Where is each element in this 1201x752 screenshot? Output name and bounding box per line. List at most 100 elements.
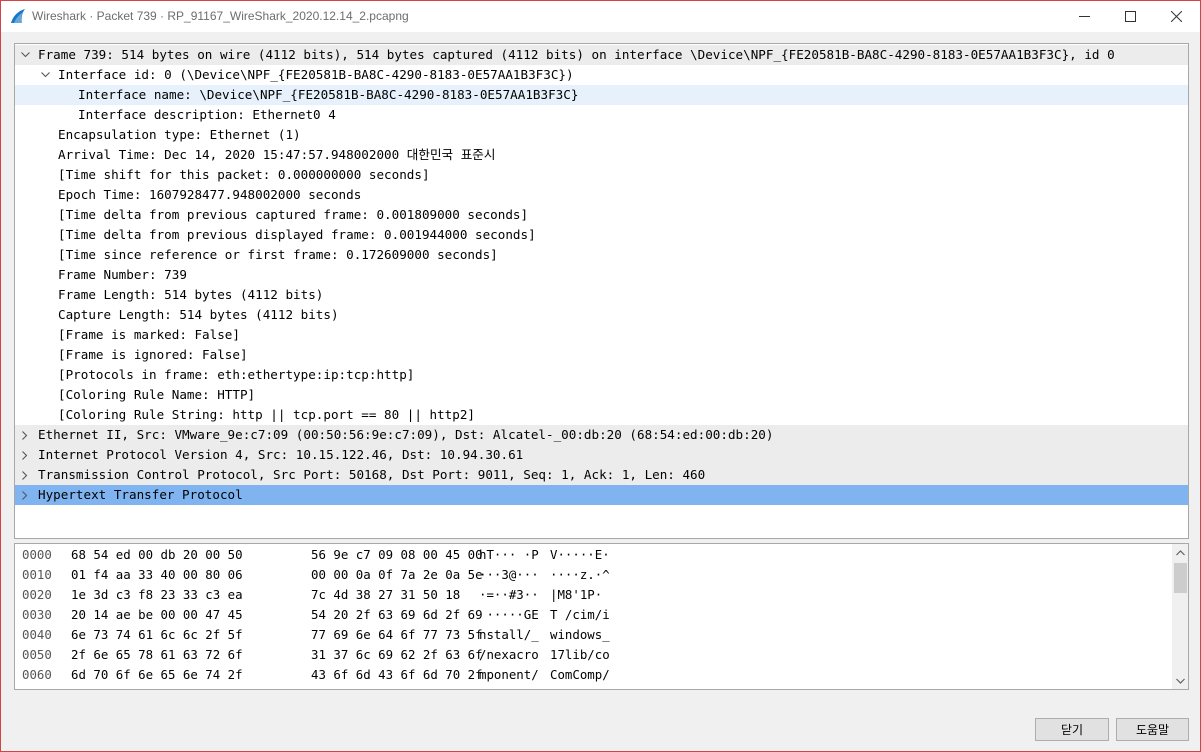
tree-row[interactable]: Hypertext Transfer Protocol xyxy=(15,485,1188,505)
scroll-up-button[interactable] xyxy=(1172,544,1188,561)
hex-bytes-left: 01 f4 aa 33 40 00 80 06 xyxy=(71,567,243,582)
tree-row-label: Encapsulation type: Ethernet (1) xyxy=(58,127,301,142)
tree-row-label: [Protocols in frame: eth:ethertype:ip:tc… xyxy=(58,367,415,382)
hex-row[interactable]: 0030 20 14 ae be 00 00 47 45 54 20 2f 63 6… xyxy=(15,605,1170,625)
close-window-button[interactable] xyxy=(1153,1,1199,32)
chevron-right-icon[interactable] xyxy=(18,465,32,485)
scroll-thumb[interactable] xyxy=(1174,563,1187,593)
hex-row[interactable]: 0040 6e 73 74 61 6c 6c 2f 5f 77 69 6e 64 6… xyxy=(15,625,1170,645)
title-bar[interactable]: Wireshark · Packet 739 · RP_91167_WireSh… xyxy=(1,1,1200,32)
hex-bytes-left: 6d 70 6f 6e 65 6e 74 2f xyxy=(71,667,243,682)
ascii-right: ····z.·^ xyxy=(550,567,610,582)
hex-bytes-left: 41 63 74 69 6f 6e 2e 6a xyxy=(71,685,243,689)
scroll-down-button[interactable] xyxy=(1172,672,1188,689)
hex-bytes-right: 56 9e c7 09 08 00 45 00 xyxy=(311,547,483,562)
tree-row[interactable]: Arrival Time: Dec 14, 2020 15:47:57.9480… xyxy=(15,145,1188,165)
tree-row-label: [Time delta from previous captured frame… xyxy=(58,207,529,222)
tree-row[interactable]: [Frame is marked: False] xyxy=(15,325,1188,345)
hex-row[interactable]: 0000 68 54 ed 00 db 20 00 50 56 9e c7 09 0… xyxy=(15,545,1170,565)
hex-bytes-right: 43 6f 6d 43 6f 6d 70 2f xyxy=(311,667,483,682)
hex-offset: 0070 xyxy=(22,685,52,689)
tree-row[interactable]: [Time since reference or first frame: 0.… xyxy=(15,245,1188,265)
tree-row-label: [Time since reference or first frame: 0.… xyxy=(58,247,498,262)
chevron-down-icon[interactable] xyxy=(38,65,52,85)
tree-row-label: [Coloring Rule Name: HTTP] xyxy=(58,387,256,402)
tree-row[interactable]: Frame Length: 514 bytes (4112 bits) xyxy=(15,285,1188,305)
close-button[interactable]: 닫기 xyxy=(1035,718,1109,741)
tree-row[interactable]: Epoch Time: 1607928477.948002000 seconds xyxy=(15,185,1188,205)
tree-row[interactable]: Internet Protocol Version 4, Src: 10.15.… xyxy=(15,445,1188,465)
hex-row[interactable]: 0070 41 63 74 69 6f 6e 2e 6a 73 20 48 54 5… xyxy=(15,685,1170,689)
hex-row[interactable]: 0050 2f 6e 65 78 61 63 72 6f 31 37 6c 69 6… xyxy=(15,645,1170,665)
help-button[interactable]: 도움말 xyxy=(1116,718,1189,741)
hex-bytes-left: 20 14 ae be 00 00 47 45 xyxy=(71,607,243,622)
tree-row-label: Interface name: \Device\NPF_{FE20581B-BA… xyxy=(78,87,579,102)
tree-row[interactable]: [Coloring Rule String: http || tcp.port … xyxy=(15,405,1188,425)
packet-dialog-window: Wireshark · Packet 739 · RP_91167_WireSh… xyxy=(0,0,1201,752)
tree-row-label: Internet Protocol Version 4, Src: 10.15.… xyxy=(38,447,524,462)
tree-row[interactable]: Capture Length: 514 bytes (4112 bits) xyxy=(15,305,1188,325)
bytes-scrollbar[interactable] xyxy=(1172,544,1188,689)
hex-bytes-right: 54 20 2f 63 69 6d 2f 69 xyxy=(311,607,483,622)
ascii-right: windows_ xyxy=(550,627,610,642)
ascii-right: T /cim/i xyxy=(550,607,610,622)
tree-row[interactable]: Interface id: 0 (\Device\NPF_{FE20581B-B… xyxy=(15,65,1188,85)
maximize-button[interactable] xyxy=(1107,1,1153,32)
ascii-left: Action.j xyxy=(479,685,539,689)
hex-offset: 0040 xyxy=(22,627,52,642)
ascii-left: ···3@··· xyxy=(479,567,539,582)
chevron-up-icon xyxy=(1176,549,1185,555)
tree-row[interactable]: Frame 739: 514 bytes on wire (4112 bits)… xyxy=(15,45,1188,65)
tree-row-label: [Time delta from previous displayed fram… xyxy=(58,227,536,242)
ascii-right: s HTTP/1 xyxy=(550,685,610,689)
tree-row-label: [Frame is marked: False] xyxy=(58,327,240,342)
tree-row[interactable]: Encapsulation type: Ethernet (1) xyxy=(15,125,1188,145)
minimize-button[interactable] xyxy=(1061,1,1107,32)
tree-row[interactable]: Interface name: \Device\NPF_{FE20581B-BA… xyxy=(15,85,1188,105)
tree-row-label: Epoch Time: 1607928477.948002000 seconds xyxy=(58,187,362,202)
tree-row-label: Arrival Time: Dec 14, 2020 15:47:57.9480… xyxy=(58,147,496,162)
tree-row-label: Frame Number: 739 xyxy=(58,267,187,282)
hex-row[interactable]: 0010 01 f4 aa 33 40 00 80 06 00 00 0a 0f 7… xyxy=(15,565,1170,585)
ascii-right: |M8'1P· xyxy=(550,587,603,602)
tree-row[interactable]: [Frame is ignored: False] xyxy=(15,345,1188,365)
hex-bytes-left: 2f 6e 65 78 61 63 72 6f xyxy=(71,647,243,662)
hex-bytes-right: 00 00 0a 0f 7a 2e 0a 5e xyxy=(311,567,483,582)
tree-row-label: Interface description: Ethernet0 4 xyxy=(78,107,336,122)
hex-row[interactable]: 0060 6d 70 6f 6e 65 6e 74 2f 43 6f 6d 43 6… xyxy=(15,665,1170,685)
tree-row-label: Frame Length: 514 bytes (4112 bits) xyxy=(58,287,324,302)
tree-row-label: Ethernet II, Src: VMware_9e:c7:09 (00:50… xyxy=(38,427,774,442)
chevron-down-icon xyxy=(1176,678,1185,684)
packet-bytes-pane[interactable]: 0000 68 54 ed 00 db 20 00 50 56 9e c7 09 0… xyxy=(14,543,1189,690)
tree-row[interactable]: Interface description: Ethernet0 4 xyxy=(15,105,1188,125)
ascii-left: ·=··#3·· xyxy=(479,587,539,602)
hex-bytes-left: 1e 3d c3 f8 23 33 c3 ea xyxy=(71,587,243,602)
tree-row-label: Transmission Control Protocol, Src Port:… xyxy=(38,467,706,482)
tree-row[interactable]: Ethernet II, Src: VMware_9e:c7:09 (00:50… xyxy=(15,425,1188,445)
tree-row[interactable]: [Time delta from previous captured frame… xyxy=(15,205,1188,225)
packet-details-tree[interactable]: Frame 739: 514 bytes on wire (4112 bits)… xyxy=(14,43,1189,539)
hex-offset: 0050 xyxy=(22,647,52,662)
tree-row[interactable]: [Time delta from previous displayed fram… xyxy=(15,225,1188,245)
chevron-right-icon[interactable] xyxy=(18,425,32,445)
tree-row[interactable]: [Protocols in frame: eth:ethertype:ip:tc… xyxy=(15,365,1188,385)
hex-row[interactable]: 0020 1e 3d c3 f8 23 33 c3 ea 7c 4d 38 27 3… xyxy=(15,585,1170,605)
chevron-right-icon[interactable] xyxy=(18,485,32,505)
tree-row[interactable]: Frame Number: 739 xyxy=(15,265,1188,285)
tree-row[interactable]: [Coloring Rule Name: HTTP] xyxy=(15,385,1188,405)
ascii-right: 17lib/co xyxy=(550,647,610,662)
hex-bytes-right: 77 69 6e 64 6f 77 73 5f xyxy=(311,627,483,642)
chevron-down-icon[interactable] xyxy=(18,45,32,65)
tree-row[interactable]: Transmission Control Protocol, Src Port:… xyxy=(15,465,1188,485)
tree-row-label: [Frame is ignored: False] xyxy=(58,347,248,362)
chevron-right-icon[interactable] xyxy=(18,445,32,465)
tree-row-label: [Time shift for this packet: 0.000000000… xyxy=(58,167,430,182)
hex-offset: 0060 xyxy=(22,667,52,682)
hex-offset: 0020 xyxy=(22,587,52,602)
tree-row[interactable]: [Time shift for this packet: 0.000000000… xyxy=(15,165,1188,185)
ascii-left: /nexacro xyxy=(479,647,539,662)
window-title: Wireshark · Packet 739 · RP_91167_WireSh… xyxy=(32,9,409,23)
hex-bytes-left: 68 54 ed 00 db 20 00 50 xyxy=(71,547,243,562)
wireshark-fin-icon xyxy=(11,9,25,23)
ascii-left: nstall/_ xyxy=(479,627,539,642)
